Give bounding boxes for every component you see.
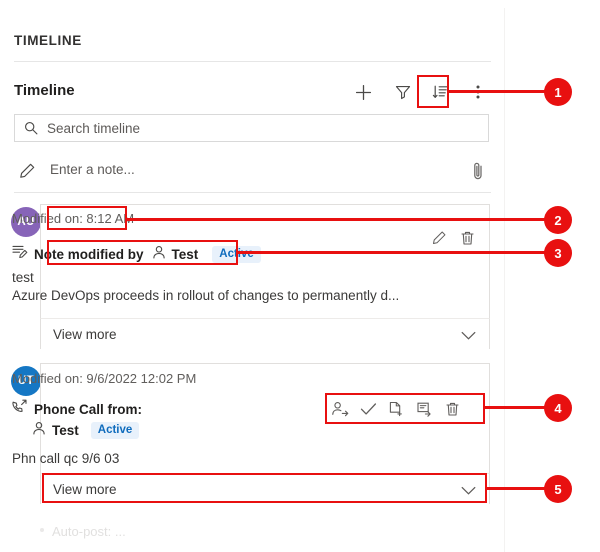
note-placeholder: Enter a note... [50, 162, 135, 177]
search-input[interactable]: Search timeline [14, 114, 489, 142]
view-more-button[interactable]: View more [40, 318, 490, 349]
delete-icon[interactable] [438, 396, 466, 422]
card-title-row: Note modified by Test Active [11, 243, 261, 265]
view-more-label: View more [53, 326, 117, 342]
card-body-line-1: test [12, 270, 34, 285]
card-body-line-1: Phn call qc 9/6 03 [12, 451, 120, 466]
annotation-marker-2: 2 [544, 206, 572, 234]
person-icon [152, 245, 166, 264]
card-body-line-2: Azure DevOps proceeds in rollout of chan… [12, 288, 400, 303]
person-name: Test [171, 246, 199, 262]
annotation-marker-1: 1 [544, 78, 572, 106]
edit-icon[interactable] [425, 225, 453, 251]
status-badge: Active [90, 422, 140, 439]
phone-call-icon [11, 399, 28, 420]
card-person-row: Test Active [32, 421, 140, 440]
more-options-icon[interactable] [464, 78, 492, 106]
card-title-row: Phone Call from: [11, 399, 142, 420]
card-actions [326, 396, 466, 422]
assign-icon[interactable] [326, 396, 354, 422]
timeline-toolbar: Timeline [14, 78, 491, 108]
timeline-panel: TIMELINE Timeline Search timeline Enter … [0, 0, 505, 552]
search-icon [24, 121, 38, 135]
faded-bullet [40, 528, 44, 532]
note-entry-row[interactable]: Enter a note... [14, 158, 491, 188]
person-name: Test [52, 423, 79, 438]
filter-icon[interactable] [389, 78, 417, 106]
section-header: TIMELINE [14, 33, 82, 48]
annotation-marker-3: 3 [544, 239, 572, 267]
add-to-queue-icon[interactable] [382, 396, 410, 422]
note-divider [14, 192, 491, 193]
view-more-label: View more [53, 481, 117, 497]
pencil-icon [18, 162, 36, 185]
timeline-title: Timeline [14, 82, 75, 99]
chevron-down-icon [461, 328, 476, 346]
sort-icon[interactable] [426, 78, 454, 106]
chevron-down-icon [461, 483, 476, 501]
annotation-marker-4: 4 [544, 394, 572, 422]
person-icon [32, 421, 46, 440]
card-modified-on: Modified on: 9/6/2022 12:02 PM [12, 371, 197, 386]
search-placeholder: Search timeline [47, 120, 141, 136]
convert-to-icon[interactable] [410, 396, 438, 422]
view-more-button[interactable]: View more [40, 473, 490, 504]
annotation-marker-5: 5 [544, 475, 572, 503]
delete-icon[interactable] [453, 225, 481, 251]
card-title: Phone Call from: [34, 402, 143, 417]
status-badge: Active [212, 245, 261, 263]
mark-complete-icon[interactable] [354, 396, 382, 422]
card-actions [425, 225, 481, 251]
add-icon[interactable] [349, 78, 377, 106]
note-icon [11, 243, 28, 265]
card-title: Note modified by [34, 246, 144, 262]
header-divider [14, 61, 491, 62]
attachment-icon[interactable] [470, 160, 486, 187]
card-modified-on: Modified on: 8:12 AM [12, 211, 135, 226]
faded-next-entry: Auto-post: ... [52, 524, 126, 539]
